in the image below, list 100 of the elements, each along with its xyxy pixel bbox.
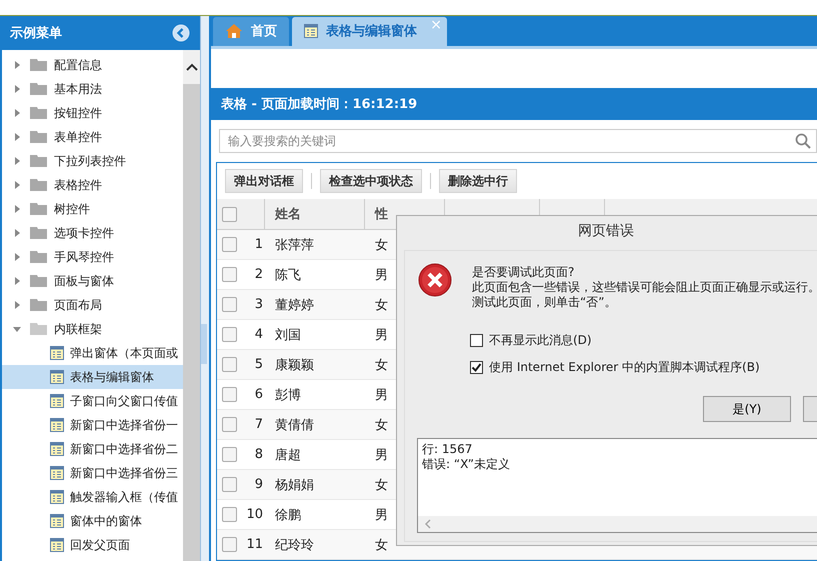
row-number: 2 xyxy=(254,267,263,282)
checkbox[interactable] xyxy=(222,237,237,252)
table-cell-text: 纪玲玲 xyxy=(275,536,314,554)
table-cell-text: 徐鹏 xyxy=(275,506,301,524)
folder-icon xyxy=(30,178,48,192)
form-icon xyxy=(50,346,64,360)
tree-item[interactable]: 配置信息 xyxy=(2,53,183,77)
form-icon xyxy=(50,418,64,432)
tree-item[interactable]: 子窗口向父窗口传值 xyxy=(2,389,183,413)
tree-item[interactable]: 基本用法 xyxy=(2,77,183,101)
table-cell-text: 刘国 xyxy=(275,326,301,344)
table-cell-text: 杨娟娟 xyxy=(275,476,314,494)
expand-arrow-icon[interactable] xyxy=(12,300,22,310)
expand-arrow-icon[interactable] xyxy=(12,276,22,286)
scrollbar[interactable] xyxy=(183,50,200,561)
checkbox[interactable] xyxy=(222,537,237,552)
error-line: 行: 1567 xyxy=(422,442,474,457)
row-number: 11 xyxy=(246,537,263,552)
tree-item[interactable]: 页面布局 xyxy=(2,293,183,317)
form-icon xyxy=(50,490,64,504)
dialog-message: 此页面包含一些错误，这些错误可能会阻止页面正确显示或运行。 xyxy=(472,280,817,295)
table-cell-text: 女 xyxy=(375,296,388,314)
table-cell-text: 康颖颖 xyxy=(275,356,314,374)
folder-icon xyxy=(30,82,48,96)
tree-item[interactable]: 选项卡控件 xyxy=(2,221,183,245)
table-cell-text: 女 xyxy=(375,236,388,254)
search-icon[interactable] xyxy=(795,133,811,149)
table-cell-text: 男 xyxy=(375,446,388,464)
expand-arrow-icon[interactable] xyxy=(12,132,22,142)
table-cell-text: 张萍萍 xyxy=(275,236,314,254)
checkbox[interactable] xyxy=(222,297,237,312)
table-cell-text: 女 xyxy=(375,536,388,554)
checkbox[interactable] xyxy=(222,477,237,492)
error-icon xyxy=(418,263,452,297)
tree-item[interactable]: 新窗口中选择省份三 xyxy=(2,461,183,485)
column-header[interactable]: 性 xyxy=(375,205,388,223)
tree-item[interactable]: 弹出窗体（本页面或 xyxy=(2,341,183,365)
checkbox[interactable] xyxy=(470,361,483,374)
tree-item[interactable]: 窗体中的窗体 xyxy=(2,509,183,533)
tree-item[interactable]: 面板与窗体 xyxy=(2,269,183,293)
toolbar-button[interactable]: 检查选中项状态 xyxy=(320,169,422,193)
checkbox[interactable] xyxy=(222,507,237,522)
tree-item[interactable]: 回发父页面 xyxy=(2,533,183,557)
expand-arrow-icon[interactable] xyxy=(12,84,22,94)
tree-item[interactable]: 树控件 xyxy=(2,197,183,221)
form-icon xyxy=(304,24,318,38)
error-line: 错误: “X”未定义 xyxy=(422,457,512,472)
scroll-left-icon[interactable] xyxy=(424,519,432,529)
checkbox[interactable] xyxy=(222,206,237,222)
checkbox[interactable] xyxy=(470,334,483,347)
column-header[interactable]: 姓名 xyxy=(275,205,301,223)
row-number: 4 xyxy=(254,327,263,342)
search-field[interactable]: 输入要搜索的关键词 xyxy=(219,129,817,153)
expand-arrow-icon[interactable] xyxy=(12,180,22,190)
expand-arrow-icon[interactable] xyxy=(12,204,22,214)
tree-item[interactable]: 新窗口中选择省份二 xyxy=(2,437,183,461)
form-icon xyxy=(50,442,64,456)
expand-arrow-icon[interactable] xyxy=(12,156,22,166)
row-number: 8 xyxy=(254,447,263,462)
checkbox[interactable] xyxy=(222,447,237,462)
checkbox[interactable] xyxy=(222,267,237,282)
collapse-arrow-icon[interactable] xyxy=(12,324,22,334)
form-icon xyxy=(50,466,64,480)
checkbox[interactable] xyxy=(222,357,237,372)
table-cell-text: 女 xyxy=(375,476,388,494)
tree-item[interactable]: 内联框架 xyxy=(2,317,183,341)
table-cell-text: 董婷婷 xyxy=(275,296,314,314)
row-number: 1 xyxy=(254,237,263,252)
row-number: 3 xyxy=(254,297,263,312)
toolbar-button[interactable]: 删除选中行 xyxy=(439,169,517,193)
table-cell-text: 女 xyxy=(375,356,388,374)
panel-title: 表格 - 页面加载时间：16:12:19 xyxy=(221,96,418,113)
tree-item[interactable]: 新窗口中选择省份一 xyxy=(2,413,183,437)
collapse-icon[interactable] xyxy=(172,24,190,42)
tree-item[interactable]: 表单控件 xyxy=(2,125,183,149)
folder-icon xyxy=(30,298,48,312)
checkbox[interactable] xyxy=(222,327,237,342)
toolbar-button[interactable]: 弹出对话框 xyxy=(225,169,303,193)
checkbox[interactable] xyxy=(222,387,237,402)
table-cell-text: 彭博 xyxy=(275,386,301,404)
tree-item[interactable]: 表格控件 xyxy=(2,173,183,197)
scrollbar[interactable] xyxy=(418,516,817,532)
expand-arrow-icon[interactable] xyxy=(12,60,22,70)
dialog-message: 测试此页面，则单击“否”。 xyxy=(472,295,618,310)
tree-item[interactable]: 手风琴控件 xyxy=(2,245,183,269)
expand-arrow-icon[interactable] xyxy=(12,252,22,262)
row-number: 7 xyxy=(254,417,263,432)
scroll-up-icon[interactable] xyxy=(186,63,198,71)
dialog-title: 网页错误 xyxy=(577,222,635,241)
expand-arrow-icon[interactable] xyxy=(12,228,22,238)
tree-item[interactable]: 表格与编辑窗体 xyxy=(2,365,183,389)
tree-item[interactable]: 触发器输入框（传值 xyxy=(2,485,183,509)
folder-icon xyxy=(30,106,48,120)
tree-item[interactable]: 按钮控件 xyxy=(2,101,183,125)
checkbox[interactable] xyxy=(222,417,237,432)
yes-button[interactable]: 是(Y) xyxy=(703,396,791,422)
table-cell-text: 男 xyxy=(375,266,388,284)
tree-item[interactable]: 下拉列表控件 xyxy=(2,149,183,173)
folder-icon xyxy=(30,202,48,216)
expand-arrow-icon[interactable] xyxy=(12,108,22,118)
